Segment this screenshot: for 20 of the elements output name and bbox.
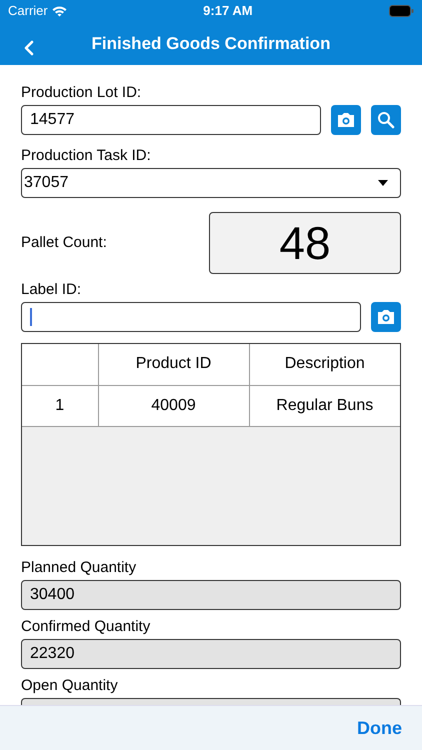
status-time: 9:17 AM	[203, 2, 253, 20]
pallet-count-display: 48	[209, 212, 401, 274]
field-label: Pallet Count:	[21, 234, 107, 252]
readonly-field: 22320	[21, 639, 401, 669]
readonly-field: 30400	[21, 580, 401, 610]
dropdown-field[interactable]: 37057	[21, 168, 401, 198]
field-label: Label ID:	[21, 281, 82, 299]
nav-title: Finished Goods Confirmation	[92, 32, 330, 55]
table-cell: 40009	[98, 385, 249, 426]
column-header: Description	[249, 344, 400, 385]
done-button[interactable]: Done	[357, 714, 402, 742]
field-label: Production Lot ID:	[21, 84, 142, 102]
field-label: Open Quantity	[21, 677, 119, 695]
field-label: Planned Quantity	[21, 559, 138, 577]
column-header: Product ID	[98, 344, 249, 385]
field-label: Production Task ID:	[21, 147, 152, 165]
table-cell: 1	[22, 385, 98, 426]
carrier-label: Carrier	[8, 2, 48, 20]
field-label: Confirmed Quantity	[21, 618, 152, 636]
input-field[interactable]: 14577	[21, 105, 321, 135]
